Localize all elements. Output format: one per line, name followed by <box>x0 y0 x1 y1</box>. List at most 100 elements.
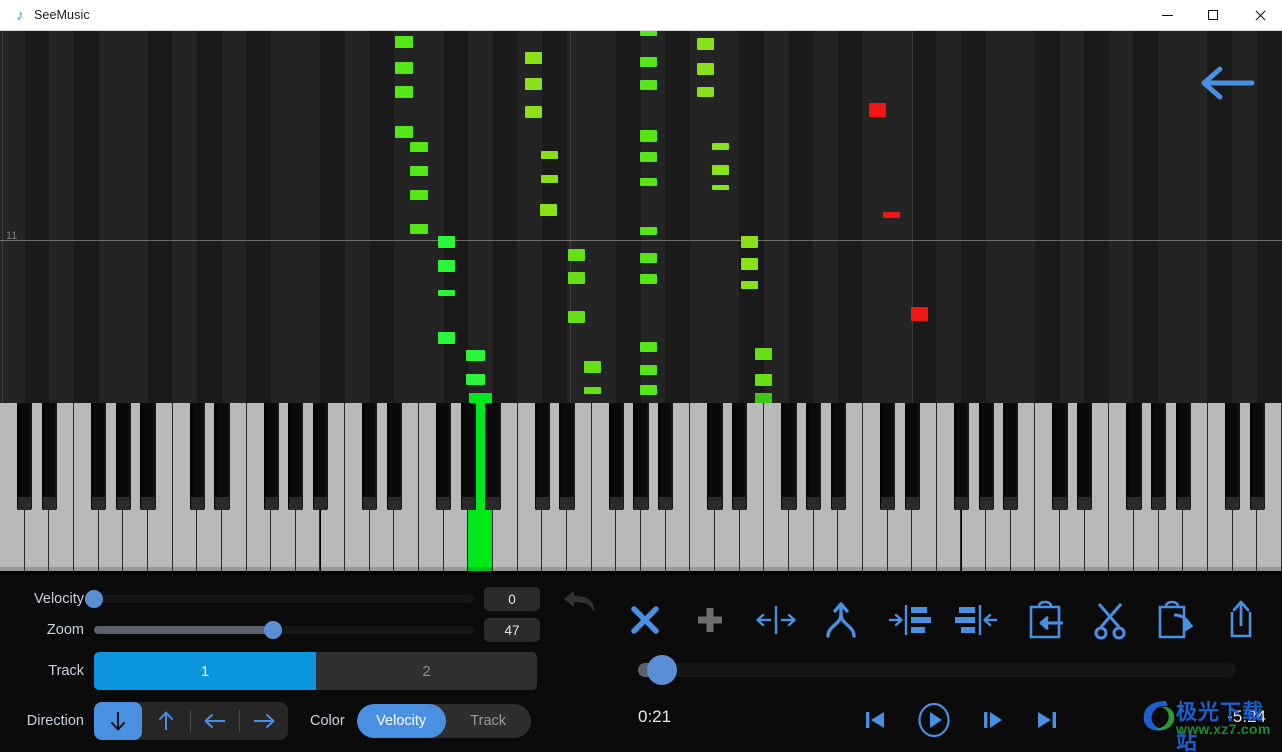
note-block[interactable] <box>640 152 657 162</box>
color-selector[interactable]: Velocity Track <box>356 704 531 738</box>
note-block[interactable] <box>640 80 657 90</box>
direction-up-button[interactable] <box>142 702 190 740</box>
step-forward-button[interactable] <box>978 703 1008 737</box>
close-button[interactable] <box>1236 0 1282 31</box>
black-key[interactable] <box>386 403 403 510</box>
note-block[interactable] <box>568 249 585 261</box>
playback-progress-slider[interactable] <box>638 655 1236 685</box>
note-block[interactable] <box>525 78 542 90</box>
black-key[interactable] <box>214 403 230 510</box>
note-block[interactable] <box>395 36 413 48</box>
note-block[interactable] <box>568 311 585 323</box>
note-block[interactable] <box>755 374 772 386</box>
note-block[interactable] <box>712 143 729 150</box>
note-block[interactable] <box>640 385 657 395</box>
note-block[interactable] <box>525 106 542 118</box>
black-key[interactable] <box>781 403 797 510</box>
align-left-button[interactable] <box>949 593 1007 647</box>
note-block[interactable] <box>466 350 485 361</box>
note-block[interactable] <box>540 204 557 216</box>
black-key[interactable] <box>189 403 205 510</box>
velocity-slider-knob[interactable] <box>85 590 103 608</box>
note-block[interactable] <box>395 126 413 138</box>
note-block[interactable] <box>883 212 900 218</box>
color-option-track[interactable]: Track <box>446 704 531 738</box>
note-block[interactable] <box>584 361 601 373</box>
note-block[interactable] <box>640 253 657 263</box>
black-key[interactable] <box>41 403 57 510</box>
black-key[interactable] <box>608 403 624 510</box>
black-key[interactable] <box>1003 403 1019 510</box>
note-block[interactable] <box>466 374 485 385</box>
note-block[interactable] <box>640 31 657 36</box>
note-block[interactable] <box>712 165 729 175</box>
black-key[interactable] <box>263 403 279 510</box>
note-block[interactable] <box>741 236 758 248</box>
note-block[interactable] <box>568 272 585 284</box>
black-key[interactable] <box>534 403 551 510</box>
black-key[interactable] <box>879 403 896 510</box>
note-block[interactable] <box>741 258 758 270</box>
black-key[interactable] <box>731 403 748 510</box>
black-key[interactable] <box>830 403 846 510</box>
maximize-button[interactable] <box>1190 0 1236 31</box>
black-key[interactable] <box>633 403 649 510</box>
black-key[interactable] <box>953 403 970 510</box>
black-key[interactable] <box>312 403 329 510</box>
black-key[interactable] <box>1175 403 1192 510</box>
black-key[interactable] <box>1126 403 1142 510</box>
note-block[interactable] <box>395 86 413 98</box>
track-option-1[interactable]: 1 <box>94 652 316 690</box>
black-key[interactable] <box>1249 403 1265 510</box>
align-right-button[interactable] <box>879 593 937 647</box>
black-key[interactable] <box>436 403 452 510</box>
note-block[interactable] <box>640 227 657 235</box>
note-block[interactable] <box>869 103 886 117</box>
note-block[interactable] <box>640 178 657 186</box>
play-button[interactable] <box>914 700 954 740</box>
zoom-slider-knob[interactable] <box>263 621 282 639</box>
note-block[interactable] <box>410 224 428 234</box>
note-block[interactable] <box>712 185 729 190</box>
black-key[interactable] <box>1077 403 1093 510</box>
black-key[interactable] <box>904 403 920 510</box>
playback-progress-knob[interactable] <box>646 655 677 685</box>
export-button[interactable] <box>1214 593 1268 647</box>
note-block[interactable] <box>697 87 714 97</box>
cut-button[interactable] <box>1083 593 1137 647</box>
note-block[interactable] <box>541 175 558 183</box>
black-key[interactable] <box>559 403 575 510</box>
velocity-slider[interactable] <box>85 590 474 608</box>
note-block[interactable] <box>438 332 455 344</box>
track-selector[interactable]: 1 2 <box>94 652 537 690</box>
undo-button[interactable] <box>558 580 606 624</box>
expand-note-button[interactable] <box>749 593 803 647</box>
skip-to-end-button[interactable] <box>1032 703 1062 737</box>
black-key[interactable] <box>978 403 994 510</box>
zoom-slider[interactable] <box>94 621 474 639</box>
note-block[interactable] <box>640 365 657 375</box>
direction-down-button[interactable] <box>94 702 142 740</box>
delete-note-button[interactable] <box>618 593 672 647</box>
paste-after-button[interactable] <box>1149 593 1203 647</box>
direction-left-button[interactable] <box>191 702 239 740</box>
note-block[interactable] <box>584 387 601 394</box>
black-key[interactable] <box>115 403 131 510</box>
add-note-button[interactable] <box>683 593 737 647</box>
note-block[interactable] <box>410 166 428 176</box>
direction-selector[interactable] <box>94 702 288 740</box>
black-key[interactable] <box>1151 403 1167 510</box>
black-key[interactable] <box>362 403 378 510</box>
direction-right-button[interactable] <box>240 702 288 740</box>
black-key[interactable] <box>140 403 156 510</box>
note-block[interactable] <box>438 260 455 272</box>
merge-notes-button[interactable] <box>814 593 868 647</box>
minimize-button[interactable] <box>1144 0 1190 31</box>
note-block[interactable] <box>640 274 657 284</box>
black-key[interactable] <box>90 403 107 510</box>
black-key[interactable] <box>288 403 304 510</box>
note-block[interactable] <box>395 62 413 74</box>
note-block[interactable] <box>755 348 772 360</box>
note-block[interactable] <box>697 38 714 50</box>
note-block[interactable] <box>697 63 714 75</box>
